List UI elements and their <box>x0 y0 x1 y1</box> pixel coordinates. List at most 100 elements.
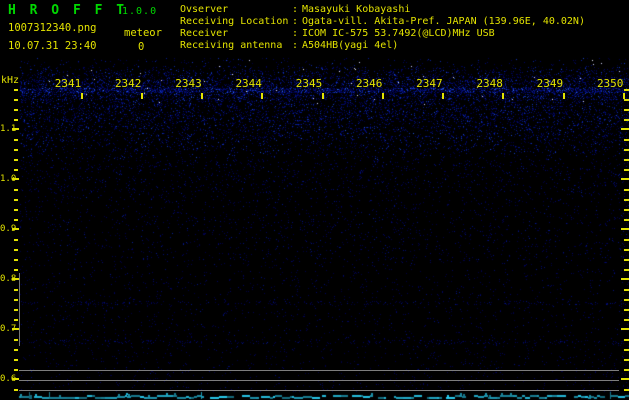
y-axis-tick-right <box>624 299 629 301</box>
y-axis-tick-left <box>14 159 18 161</box>
mode-label: meteor <box>124 27 162 39</box>
level-scale-bar <box>19 273 20 346</box>
station-info-row: Receiver: ICOM IC-575 53.7492(@LCD)MHz US… <box>180 28 495 39</box>
y-axis-tick-right <box>621 328 629 330</box>
x-axis-label: 2345 <box>295 77 323 90</box>
x-axis-tick <box>321 93 324 99</box>
y-axis-tick-left <box>14 299 18 301</box>
y-axis-tick-left <box>12 378 19 380</box>
y-axis-tick-left <box>14 89 18 91</box>
x-axis-tick <box>502 93 505 99</box>
y-axis-unit-label: kHz <box>1 75 20 86</box>
y-axis-tick-right <box>624 319 629 321</box>
y-axis-tick-right <box>621 378 629 380</box>
y-axis-tick-right <box>624 369 629 371</box>
info-value: ICOM IC-575 53.7492(@LCD)MHz USB <box>302 28 495 39</box>
y-axis-tick-left <box>14 189 18 191</box>
y-axis-tick-left <box>14 339 18 341</box>
y-axis-tick-right <box>624 119 629 121</box>
station-info-row: Receiving Location: Ogata-vill. Akita-Pre… <box>180 16 585 27</box>
y-axis-tick-left <box>14 119 18 121</box>
y-axis-tick-right <box>624 389 629 391</box>
meteor-count: 0 <box>138 41 145 53</box>
y-axis-tick-left <box>14 239 18 241</box>
x-axis-tick <box>80 93 83 99</box>
y-axis-tick-left <box>12 278 19 280</box>
info-separator: : <box>292 16 299 27</box>
y-axis-tick-right <box>624 89 629 91</box>
y-axis-tick-right <box>624 209 629 211</box>
x-axis-tick <box>442 93 444 99</box>
y-axis-tick-right <box>624 189 629 191</box>
y-axis-tick-left <box>14 309 18 311</box>
info-value: Masayuki Kobayashi <box>302 4 411 15</box>
y-axis-tick-right <box>621 278 629 280</box>
y-axis-tick-right <box>624 199 629 201</box>
y-axis-tick-right <box>624 259 629 261</box>
level-grid-line <box>19 380 619 381</box>
info-separator: : <box>292 4 299 15</box>
x-axis-tick <box>381 93 384 99</box>
y-axis-tick-left <box>14 139 18 141</box>
x-axis-label: 2342 <box>114 77 142 90</box>
y-axis-tick-right <box>624 159 629 161</box>
y-axis-tick-left <box>14 149 18 151</box>
y-axis-tick-left <box>14 209 18 211</box>
x-axis-label: 2341 <box>54 77 82 90</box>
y-axis-tick-right <box>624 339 629 341</box>
y-axis-tick-left <box>14 259 18 261</box>
y-axis-tick-left <box>12 178 19 180</box>
level-grid-line <box>19 370 619 371</box>
y-axis-tick-left <box>14 349 18 351</box>
x-axis-tick <box>201 93 204 99</box>
y-axis-tick-left <box>14 289 18 291</box>
app-title: H R O F F T <box>8 3 128 18</box>
hrofft-output-image: H R O F F T 1.0.0 1007312340.png meteor … <box>0 0 629 400</box>
spectrogram-canvas <box>0 0 629 400</box>
station-info-row: Receiving antenna: A504HB(yagi 4el) <box>180 40 398 51</box>
x-axis-label: 2349 <box>536 77 564 90</box>
info-label: Receiving antenna <box>180 40 283 51</box>
y-axis-tick-left <box>14 389 18 391</box>
y-axis-tick-left <box>14 319 18 321</box>
y-axis-tick-right <box>624 169 629 171</box>
datetime-label: 10.07.31 23:40 <box>8 40 97 52</box>
y-axis-tick-right <box>621 128 629 130</box>
info-label: Receiver <box>180 28 229 39</box>
y-axis-tick-right <box>621 178 629 180</box>
y-axis-tick-left <box>14 219 18 221</box>
x-axis-tick <box>140 93 143 99</box>
x-axis-label: 2344 <box>235 77 262 90</box>
y-axis-tick-right <box>624 309 629 311</box>
x-axis-label: 2350 <box>596 77 624 90</box>
y-axis-tick-right <box>624 349 629 351</box>
y-axis-tick-right <box>621 228 629 230</box>
x-axis-tick <box>562 93 565 99</box>
y-axis-tick-right <box>624 249 629 251</box>
app-version: 1.0.0 <box>122 6 158 17</box>
y-axis-tick-right <box>624 359 629 361</box>
y-axis-tick-right <box>624 289 629 291</box>
info-label: Receiving Location <box>180 16 289 27</box>
info-value: A504HB(yagi 4el) <box>302 40 399 51</box>
y-axis-tick-left <box>14 169 18 171</box>
y-axis-tick-right <box>624 99 629 101</box>
y-axis-tick-left <box>14 369 18 371</box>
x-axis-tick <box>261 93 264 99</box>
y-axis-tick-left <box>12 128 19 130</box>
y-axis-tick-left <box>14 109 18 111</box>
info-separator: : <box>292 28 299 39</box>
y-axis-tick-right <box>624 219 629 221</box>
y-axis-tick-right <box>624 239 629 241</box>
y-axis-tick-left <box>12 328 19 330</box>
y-axis-tick-left <box>14 359 18 361</box>
station-info-row: Ovserver: Masayuki Kobayashi <box>180 4 410 15</box>
x-axis-label: 2347 <box>416 77 443 90</box>
x-axis-label: 2348 <box>476 77 503 90</box>
y-axis-tick-left <box>14 99 18 101</box>
y-axis-tick-left <box>14 249 18 251</box>
y-axis-tick-right <box>624 149 629 151</box>
y-axis-tick-left <box>14 269 18 271</box>
info-label: Ovserver <box>180 4 229 15</box>
x-axis-label: 2343 <box>175 77 202 90</box>
